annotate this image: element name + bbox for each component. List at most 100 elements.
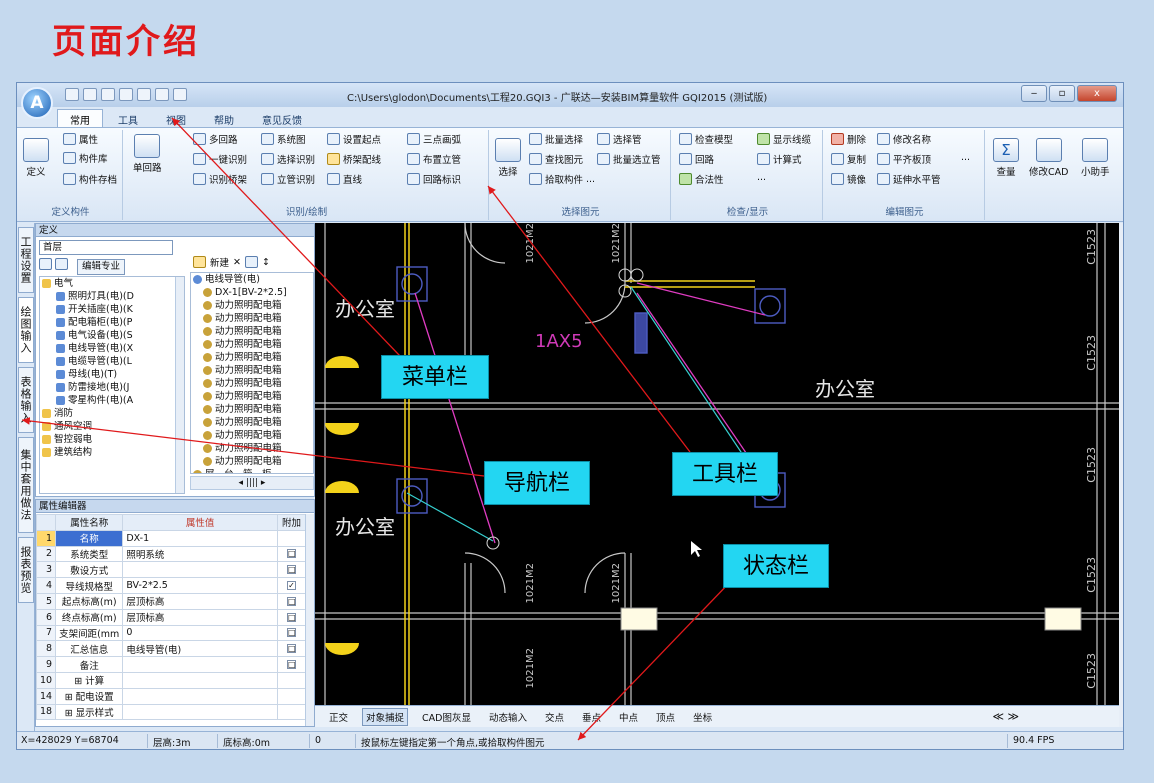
redo-icon[interactable] bbox=[155, 88, 169, 101]
checkbox[interactable]: □ bbox=[287, 549, 296, 559]
multi-loop-button[interactable]: 多回路 bbox=[193, 132, 238, 146]
floor-select[interactable]: 首层 bbox=[39, 240, 173, 255]
element-item[interactable]: 动力照明配电箱 bbox=[191, 377, 313, 390]
select-button[interactable]: 选择 bbox=[495, 138, 521, 178]
loop-button[interactable]: 回路 bbox=[679, 152, 714, 166]
select-recognize-button[interactable]: 选择识别 bbox=[261, 152, 315, 166]
loop-mark-button[interactable]: 回路标识 bbox=[407, 172, 461, 186]
tree-item[interactable]: 电气 bbox=[40, 277, 184, 290]
element-item[interactable]: 动力照明配电箱 bbox=[191, 403, 313, 416]
element-item[interactable]: 动力照明配电箱 bbox=[191, 442, 313, 455]
legality-button[interactable]: 合法性 bbox=[679, 172, 724, 186]
tree-item[interactable]: 开关插座(电)(K bbox=[40, 303, 184, 316]
tab-report-preview[interactable]: 报表预览 bbox=[18, 537, 34, 603]
expand-icon[interactable] bbox=[39, 258, 52, 270]
coordinate-snap[interactable]: 坐标 bbox=[689, 708, 716, 726]
property-value[interactable] bbox=[122, 703, 278, 721]
property-value[interactable]: 0 bbox=[122, 624, 278, 642]
restore-button[interactable]: ▫ bbox=[1049, 85, 1075, 102]
batch-select-pipe-button[interactable]: 批量选立管 bbox=[597, 152, 661, 166]
property-value[interactable]: 照明系统 bbox=[122, 545, 278, 563]
property-row[interactable]: 3 敷设方式 □ bbox=[36, 561, 306, 579]
property-check[interactable]: □ bbox=[277, 592, 306, 610]
three-point-arc-button[interactable]: 三点画弧 bbox=[407, 132, 461, 146]
bridge-wiring-button[interactable]: 桥架配线 bbox=[327, 152, 381, 166]
element-item[interactable]: 动力照明配电箱 bbox=[191, 416, 313, 429]
element-item[interactable]: 动力照明配电箱 bbox=[191, 429, 313, 442]
property-row[interactable]: 14 ⊞ 配电设置 bbox=[36, 687, 306, 705]
refresh-icon[interactable] bbox=[173, 88, 187, 101]
property-check[interactable]: □ bbox=[277, 656, 306, 673]
delete-element-icon[interactable]: ✕ bbox=[233, 257, 241, 268]
property-check[interactable] bbox=[277, 529, 306, 547]
copy-button[interactable]: 复制 bbox=[831, 152, 866, 166]
property-value[interactable] bbox=[122, 561, 278, 579]
new-file-icon[interactable] bbox=[65, 88, 79, 101]
sort-icon[interactable]: ↕ bbox=[262, 257, 270, 268]
mirror-button[interactable]: 镜像 bbox=[831, 172, 866, 186]
select-pipe-button[interactable]: 选择管 bbox=[597, 132, 642, 146]
checkbox[interactable]: □ bbox=[287, 644, 296, 654]
property-value[interactable]: BV-2*2.5 bbox=[122, 577, 278, 594]
snapbar-nav[interactable]: ≪ ≫ bbox=[992, 710, 1019, 723]
property-check[interactable]: □ bbox=[277, 608, 306, 626]
property-scrollbar[interactable] bbox=[305, 514, 314, 726]
property-row[interactable]: 6 终点标高(m) 层顶标高 □ bbox=[36, 608, 306, 626]
checkbox[interactable]: □ bbox=[287, 612, 296, 622]
tree-item[interactable]: 母线(电)(T) bbox=[40, 368, 184, 381]
element-item[interactable]: 动力照明配电箱 bbox=[191, 455, 313, 468]
line-button[interactable]: 直线 bbox=[327, 172, 362, 186]
element-item[interactable]: 屏、台、箱、柜 bbox=[191, 468, 313, 473]
new-button[interactable]: 新建 bbox=[210, 255, 229, 269]
property-value[interactable]: 层顶标高 bbox=[122, 608, 278, 626]
copy-element-icon[interactable] bbox=[244, 256, 258, 268]
tree-item[interactable]: 照明灯具(电)(D bbox=[40, 290, 184, 303]
element-item[interactable]: 动力照明配电箱 bbox=[191, 299, 313, 312]
midpoint-snap[interactable]: 中点 bbox=[615, 708, 642, 726]
tree-scrollbar[interactable] bbox=[175, 277, 184, 493]
property-row[interactable]: 18 ⊞ 显示样式 bbox=[36, 703, 306, 721]
single-loop-button[interactable]: 单回路 bbox=[133, 134, 162, 174]
property-value[interactable]: 电线导管(电) bbox=[122, 640, 278, 658]
element-item[interactable]: 动力照明配电箱 bbox=[191, 312, 313, 325]
element-item[interactable]: 动力照明配电箱 bbox=[191, 338, 313, 351]
dynamic-input-toggle[interactable]: 动态输入 bbox=[485, 708, 531, 726]
property-value[interactable] bbox=[122, 687, 278, 705]
property-check[interactable] bbox=[277, 703, 306, 721]
undo-icon[interactable] bbox=[137, 88, 151, 101]
assistant-button[interactable]: 小助手 bbox=[1081, 138, 1110, 178]
set-start-button[interactable]: 设置起点 bbox=[327, 132, 381, 146]
show-lines-button[interactable]: 显示线缆 bbox=[757, 132, 811, 146]
close-button[interactable]: x bbox=[1077, 85, 1117, 102]
system-diagram-button[interactable]: 系统图 bbox=[261, 132, 306, 146]
edit-specialty-button[interactable]: 编辑专业 bbox=[77, 259, 126, 275]
property-value[interactable]: DX-1 bbox=[122, 529, 278, 547]
define-button[interactable]: 定义 bbox=[23, 138, 49, 178]
element-list-hscroll[interactable]: ◂ |||| ▸ bbox=[190, 476, 314, 490]
properties-button[interactable]: 属性 bbox=[63, 132, 98, 146]
checkbox[interactable]: □ bbox=[287, 596, 296, 606]
riser-recognize-button[interactable]: 立管识别 bbox=[261, 172, 315, 186]
tree-item[interactable]: 配电箱柜(电)(P bbox=[40, 316, 184, 329]
delete-button[interactable]: 删除 bbox=[831, 132, 866, 146]
save-icon[interactable] bbox=[101, 88, 115, 101]
tree-item[interactable]: 电线导管(电)(X bbox=[40, 342, 184, 355]
flat-top-button[interactable]: 平齐板顶 bbox=[877, 152, 931, 166]
tab-table-input[interactable]: 表格输入 bbox=[18, 367, 34, 433]
find-element-button[interactable]: 查找图元 bbox=[529, 152, 583, 166]
tree-item[interactable]: 消防 bbox=[40, 407, 184, 420]
property-row[interactable]: 7 支架间距(mm 0 □ bbox=[36, 624, 306, 642]
tree-item[interactable]: 零星构件(电)(A bbox=[40, 394, 184, 407]
element-item[interactable]: 动力照明配电箱 bbox=[191, 325, 313, 338]
property-check[interactable]: □ bbox=[277, 640, 306, 658]
property-row[interactable]: 1 名称 DX-1 bbox=[36, 529, 306, 547]
view-qty-button[interactable]: Σ 查量 bbox=[993, 138, 1019, 178]
property-check[interactable]: □ bbox=[277, 545, 306, 563]
modify-cad-button[interactable]: 修改CAD bbox=[1029, 138, 1068, 178]
element-item[interactable]: 电线导管(电) bbox=[191, 273, 313, 286]
ortho-toggle[interactable]: 正交 bbox=[325, 708, 352, 726]
property-check[interactable] bbox=[277, 687, 306, 705]
extend-horizontal-button[interactable]: 延伸水平管 bbox=[877, 172, 941, 186]
tree-item[interactable]: 电气设备(电)(S bbox=[40, 329, 184, 342]
tree-item[interactable]: 电缆导管(电)(L bbox=[40, 355, 184, 368]
